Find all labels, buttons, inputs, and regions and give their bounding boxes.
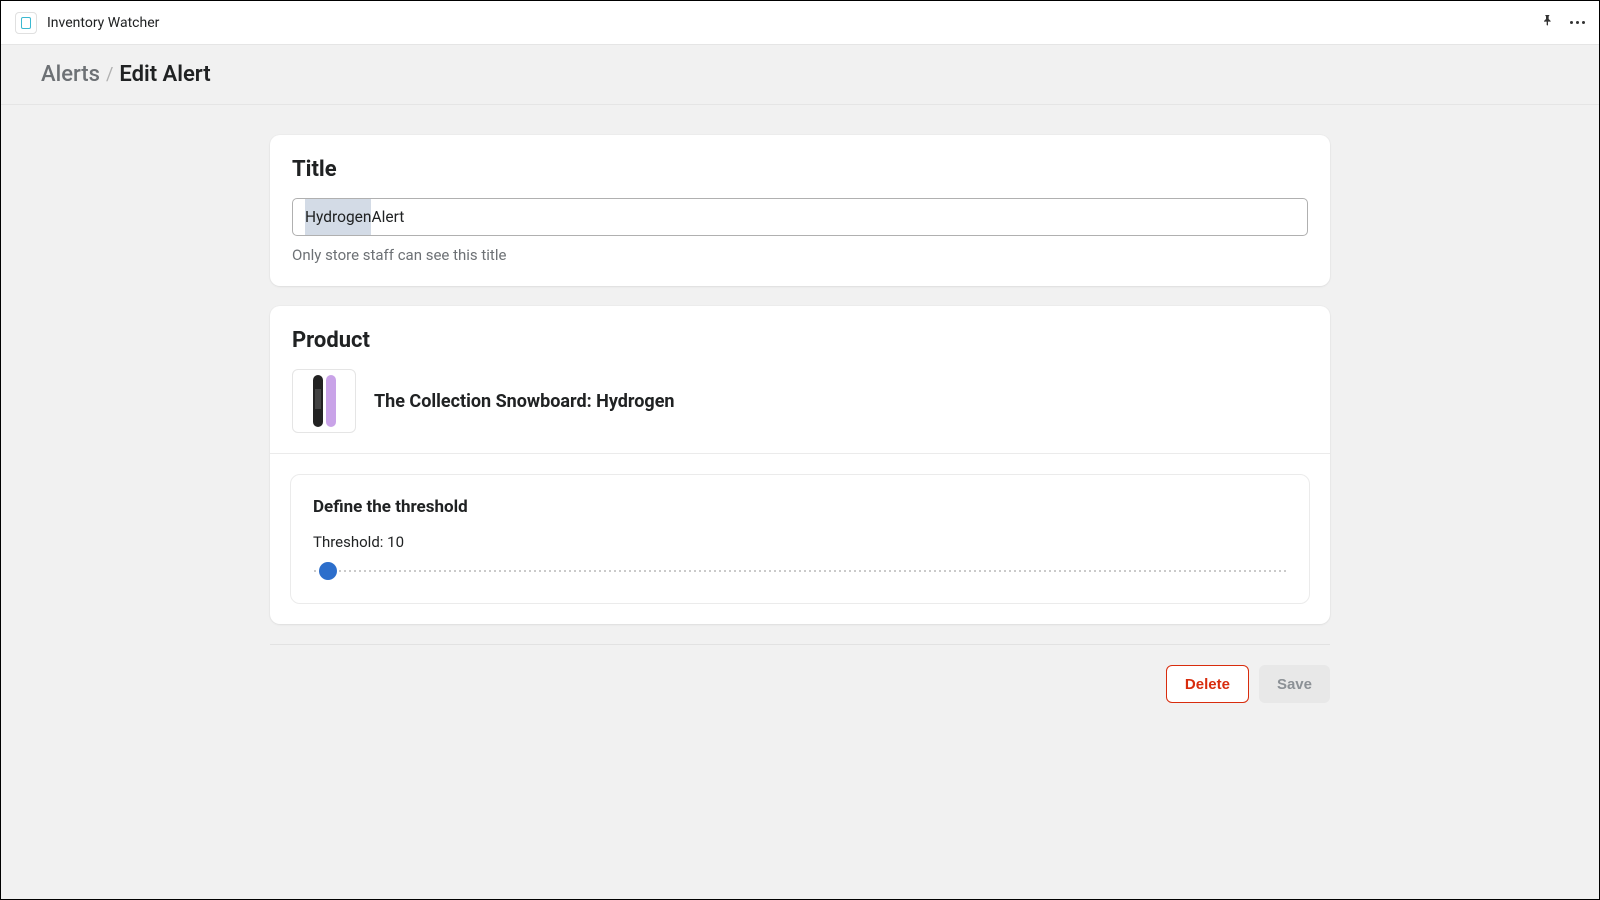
save-button[interactable]: Save bbox=[1259, 665, 1330, 703]
threshold-slider[interactable] bbox=[313, 561, 1287, 581]
threshold-label-prefix: Threshold: bbox=[313, 533, 387, 551]
more-icon[interactable] bbox=[1570, 21, 1586, 25]
title-input-selection: Hydrogen bbox=[305, 199, 371, 235]
actions-row: Delete Save bbox=[270, 644, 1330, 703]
product-card: Product The Collection Snowboard: Hydrog… bbox=[270, 306, 1330, 624]
title-card: Title Hydrogen Alert Only store staff ca… bbox=[270, 135, 1330, 286]
alert-title-input[interactable]: Hydrogen Alert bbox=[292, 198, 1308, 236]
product-thumbnail bbox=[292, 369, 356, 433]
product-row: The Collection Snowboard: Hydrogen bbox=[292, 369, 1308, 433]
slider-thumb[interactable] bbox=[319, 562, 337, 580]
app-top-bar: Inventory Watcher bbox=[1, 1, 1599, 45]
title-heading: Title bbox=[292, 157, 1308, 182]
top-bar-right bbox=[1540, 13, 1586, 33]
title-input-rest: Alert bbox=[371, 199, 404, 235]
threshold-value: 10 bbox=[387, 533, 404, 551]
breadcrumb-current: Edit Alert bbox=[119, 62, 210, 87]
threshold-heading: Define the threshold bbox=[313, 497, 1287, 517]
breadcrumb-parent[interactable]: Alerts bbox=[41, 62, 100, 87]
delete-button[interactable]: Delete bbox=[1166, 665, 1249, 703]
app-name: Inventory Watcher bbox=[47, 15, 159, 31]
product-name: The Collection Snowboard: Hydrogen bbox=[374, 391, 675, 412]
top-bar-left: Inventory Watcher bbox=[15, 12, 159, 34]
breadcrumb: Alerts / Edit Alert bbox=[41, 62, 211, 87]
product-heading: Product bbox=[292, 328, 1308, 353]
breadcrumb-separator: / bbox=[106, 64, 113, 85]
content-area: Title Hydrogen Alert Only store staff ca… bbox=[1, 105, 1599, 703]
slider-track bbox=[313, 569, 1287, 573]
breadcrumb-bar: Alerts / Edit Alert bbox=[1, 45, 1599, 105]
threshold-value-label: Threshold: 10 bbox=[313, 533, 1287, 551]
title-help-text: Only store staff can see this title bbox=[292, 246, 1308, 264]
pin-icon[interactable] bbox=[1540, 13, 1556, 33]
app-icon bbox=[15, 12, 37, 34]
threshold-section: Define the threshold Threshold: 10 bbox=[290, 474, 1310, 604]
card-divider bbox=[270, 453, 1330, 454]
